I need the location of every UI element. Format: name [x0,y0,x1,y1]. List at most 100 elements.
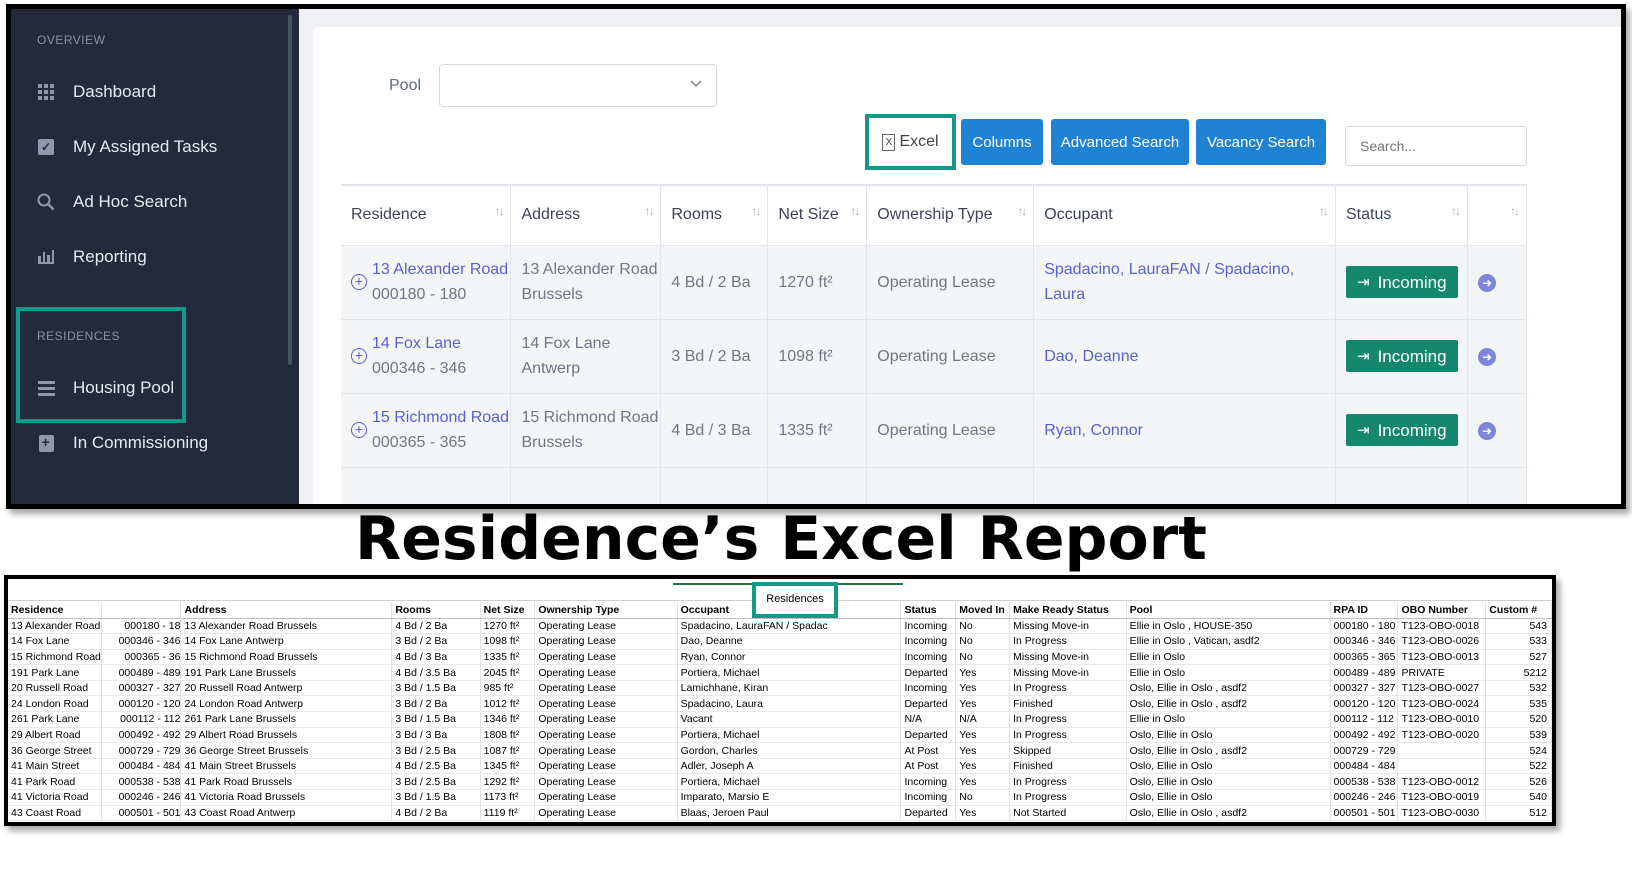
sheet-cell[interactable]: 191 Park Lane [8,664,102,681]
sheet-cell[interactable]: 1345 ft² [480,758,536,775]
sheet-cell[interactable] [1397,742,1487,759]
sheet-column-header[interactable] [101,602,182,619]
sheet-cell[interactable]: 4 Bd / 3.5 Ba [391,664,481,681]
arrow-right-circle-icon[interactable]: ➜ [1477,347,1496,366]
expand-row-icon[interactable]: + [351,348,367,364]
sheet-cell[interactable]: Oslo, Ellie in Oslo [1126,773,1331,791]
sheet-cell[interactable]: 1012 ft² [480,695,536,713]
sheet-cell[interactable]: Imparato, Marsio E [677,789,902,806]
sort-icon[interactable]: ↑↓ [1319,204,1329,218]
sheet-cell[interactable]: 3 Bd / 2 Ba [391,695,481,713]
sheet-cell[interactable]: Incoming [900,633,957,650]
sort-icon[interactable]: ↑↓ [1017,204,1027,218]
column-header-occupant[interactable]: Occupant ↑↓ [1033,184,1336,246]
sheet-cell[interactable]: Departed [900,695,957,713]
sheet-cell[interactable]: 4 Bd / 2 Ba [391,618,481,635]
residence-link[interactable]: 13 Alexander Road [372,261,508,278]
sheet-cell[interactable]: No [955,618,1011,635]
expand-row-icon[interactable]: + [351,274,367,290]
sheet-cell[interactable]: 191 Park Lane Brussels [180,664,393,681]
sheet-cell[interactable]: Oslo, Ellie in Oslo [1126,758,1331,775]
sheet-cell[interactable]: 000120 - 120 [101,695,182,713]
residence-link[interactable]: 15 Richmond Road [372,409,509,426]
sheet-cell[interactable]: 524 [1485,742,1552,759]
sheet-cell[interactable]: Yes [955,742,1011,759]
sheet-cell[interactable]: 000484 - 484 [101,758,182,775]
sheet-cell[interactable]: 000180 - 180 [1330,618,1399,635]
sheet-cell[interactable]: 000246 - 246 [101,789,182,806]
sheet-cell[interactable] [1397,758,1487,775]
sidebar-item-ad-hoc-search[interactable]: Ad Hoc Search [37,187,187,217]
sheet-cell[interactable]: Yes [955,727,1011,744]
sheet-cell[interactable]: Portiera, Michael [677,664,902,681]
sheet-cell[interactable]: 000365 - 36 [101,649,182,666]
sheet-column-header[interactable]: Address [180,602,393,619]
sheet-cell[interactable]: Yes [955,773,1011,791]
sheet-cell[interactable]: 000538 - 538 [1330,773,1399,791]
sheet-cell[interactable]: Departed [900,727,957,744]
occupant-link[interactable]: Dao, Deanne [1044,348,1138,365]
sheet-cell[interactable]: Lamichhane, Kiran [677,680,902,697]
sheet-cell[interactable]: Operating Lease [534,649,678,666]
sheet-cell[interactable]: 000346 - 346 [101,633,182,650]
excel-export-button[interactable]: X Excel [865,114,956,170]
sheet-cell[interactable]: Incoming [900,649,957,666]
sheet-cell[interactable]: In Progress [1009,633,1127,650]
sheet-column-header[interactable]: Pool [1126,602,1331,619]
sheet-cell[interactable]: At Post [900,758,957,775]
sheet-cell[interactable]: 000729 - 729 [101,742,182,759]
sheet-cell[interactable]: N/A [900,711,957,728]
sheet-cell[interactable]: N/A [955,711,1011,728]
sheet-cell[interactable]: In Progress [1009,789,1127,806]
sheet-cell[interactable]: 000246 - 246 [1330,789,1399,806]
sheet-cell[interactable]: T123-OBO-0020 [1397,727,1487,744]
sheet-cell[interactable]: 000489 - 489 [1330,664,1399,681]
columns-button[interactable]: Columns [961,119,1043,165]
sheet-cell[interactable]: T123-OBO-0010 [1397,711,1487,728]
sheet-cell[interactable]: 000112 - 112 [101,711,182,728]
advanced-search-button[interactable]: Advanced Search [1051,119,1189,165]
sheet-cell[interactable]: 000180 - 18 [101,618,182,635]
sheet-cell[interactable]: 5212 [1485,664,1552,681]
sheet-cell[interactable]: 000538 - 538 [101,773,182,791]
sheet-cell[interactable]: No [955,789,1011,806]
sheet-cell[interactable]: 41 Park Road [8,773,102,791]
sheet-cell[interactable]: 3 Bd / 2 Ba [391,633,481,650]
sheet-cell[interactable]: Yes [955,664,1011,681]
arrow-right-circle-icon[interactable]: ➜ [1477,273,1496,292]
sheet-cell[interactable]: 36 George Street Brussels [180,742,393,759]
sheet-cell[interactable]: 41 Park Road Brussels [180,773,393,791]
sheet-cell[interactable]: Skipped [1009,742,1127,759]
sort-icon[interactable]: ↑↓ [494,204,504,218]
sheet-cell[interactable]: 36 George Street [8,742,102,759]
sheet-cell[interactable]: Spadacino, LauraFAN / Spadac [677,618,902,635]
sheet-cell[interactable]: 000112 - 112 [1330,711,1399,728]
sheet-cell[interactable]: In Progress [1009,711,1127,728]
sidebar-item-in-commissioning[interactable]: In Commissioning [37,428,208,458]
sheet-cell[interactable]: Incoming [900,789,957,806]
sheet-cell[interactable]: 1346 ft² [480,711,536,728]
sheet-cell[interactable]: Finished [1009,695,1127,713]
sheet-cell[interactable]: 15 Richmond Road Brussels [180,649,393,666]
sheet-column-header[interactable]: OBO Number [1397,602,1487,619]
sheet-cell[interactable]: Ellie in Oslo [1126,649,1331,666]
sheet-cell[interactable]: 4 Bd / 2 Ba [391,805,481,822]
sheet-cell[interactable]: 43 Coast Road Antwerp [180,805,393,822]
sheet-column-header[interactable]: Occupant [677,602,902,619]
sheet-column-header[interactable]: Custom # [1485,602,1552,619]
sheet-cell[interactable]: 000501 - 501 [101,805,182,822]
sheet-cell[interactable]: 1335 ft² [480,649,536,666]
sheet-cell[interactable]: 532 [1485,680,1552,697]
sheet-cell[interactable]: 000365 - 365 [1330,649,1399,666]
sheet-cell[interactable]: 3 Bd / 1.5 Ba [391,680,481,697]
expand-row-icon[interactable]: + [351,422,367,438]
sheet-cell[interactable]: Operating Lease [534,680,678,697]
sheet-cell[interactable]: Operating Lease [534,695,678,713]
sheet-cell[interactable]: Missing Move-in [1009,618,1127,635]
sheet-cell[interactable]: 512 [1485,805,1552,822]
sheet-cell[interactable]: Ellie in Oslo , HOUSE-350 [1126,618,1331,635]
sheet-cell[interactable]: In Progress [1009,680,1127,697]
sheet-cell[interactable]: 000501 - 501 [1330,805,1399,822]
sheet-cell[interactable]: 24 London Road [8,695,102,713]
sheet-column-header[interactable]: Moved In [955,602,1011,619]
